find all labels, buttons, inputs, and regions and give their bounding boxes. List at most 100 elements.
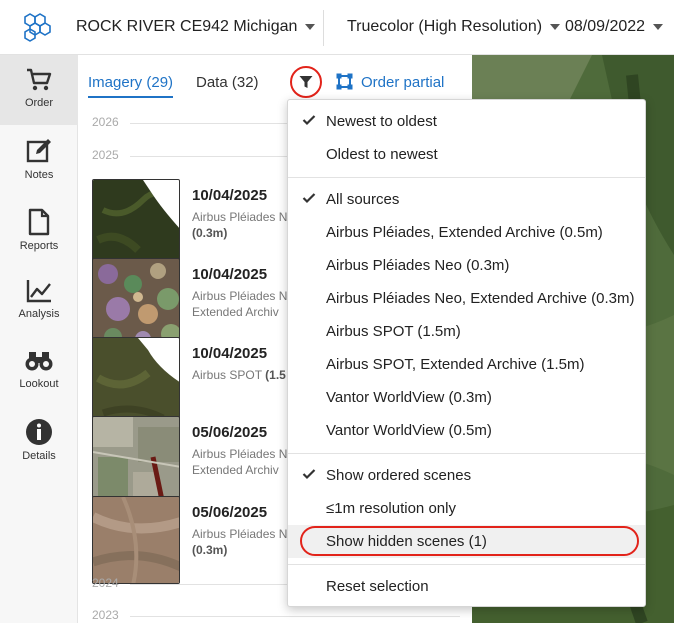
order-partial-button[interactable]: Order partial [336, 73, 444, 91]
logo-icon[interactable] [21, 12, 55, 42]
menu-item-source[interactable]: Airbus Pléiades Neo (0.3m) [288, 249, 645, 282]
nav-item-analysis[interactable]: Analysis [0, 266, 78, 336]
left-nav: Order Notes Reports Analysis Lookout Det… [0, 55, 78, 623]
year-label: 2024 [92, 576, 119, 590]
filter-icon [299, 76, 313, 88]
menu-item-label: ≤1m resolution only [326, 500, 456, 517]
scene-resolution: (1.5 [265, 368, 286, 382]
nav-item-details[interactable]: Details [0, 406, 78, 476]
check-icon [302, 115, 316, 126]
menu-item-label: Airbus Pléiades Neo (0.3m) [326, 257, 510, 274]
menu-item-label: Airbus Pléiades Neo, Extended Archive (0… [326, 290, 635, 307]
menu-item-reset-selection[interactable]: Reset selection [288, 570, 645, 603]
nav-label: Lookout [19, 378, 59, 390]
nav-label: Notes [24, 169, 54, 181]
scene-resolution: (0.3m) [192, 226, 228, 240]
scene-date: 05/06/2025 [192, 424, 268, 441]
panel-tabs: Imagery (29) Data (32) Order partial [78, 55, 472, 101]
menu-item-source[interactable]: Airbus Pléiades Neo, Extended Archive (0… [288, 282, 645, 315]
menu-item-label: Airbus SPOT, Extended Archive (1.5m) [326, 356, 585, 373]
menu-divider [288, 564, 645, 565]
divider [323, 10, 324, 46]
menu-divider [288, 177, 645, 178]
menu-item-label: Show ordered scenes [326, 467, 472, 484]
line-chart-icon [26, 280, 51, 303]
nav-item-lookout[interactable]: Lookout [0, 336, 78, 406]
scene-source: Airbus Pléiades N Extended Archiv [192, 446, 287, 478]
order-partial-label: Order partial [361, 74, 445, 91]
year-label: 2023 [92, 608, 119, 622]
crop-select-icon [336, 73, 353, 90]
scene-source: Airbus SPOT (1.5 [192, 367, 286, 383]
scene-source-name: Airbus Pléiades N [192, 447, 288, 461]
menu-item-source[interactable]: Vantor WorldView (0.5m) [288, 414, 645, 447]
scene-thumbnail [92, 179, 180, 267]
scene-date: 10/04/2025 [192, 345, 268, 362]
year-label: 2026 [92, 115, 119, 129]
date-label: 08/09/2022 [565, 18, 646, 35]
menu-item-oldest-to-newest[interactable]: Oldest to newest [288, 138, 645, 171]
scene-date: 10/04/2025 [192, 266, 268, 283]
menu-item-show-hidden-scenes[interactable]: Show hidden scenes (1) [288, 525, 645, 558]
date-select[interactable]: 08/09/2022 [565, 18, 664, 36]
check-icon [302, 193, 316, 204]
scene-thumbnail [92, 337, 180, 425]
menu-item-label: Newest to oldest [326, 113, 437, 130]
nav-label: Analysis [18, 308, 60, 320]
location-label: ROCK RIVER CE942 Michigan [76, 18, 298, 35]
nav-item-notes[interactable]: Notes [0, 125, 78, 195]
scene-thumbnail [92, 496, 180, 584]
year-divider [130, 616, 460, 617]
nav-item-reports[interactable]: Reports [0, 196, 78, 266]
nav-label: Reports [19, 240, 59, 252]
top-bar: ROCK RIVER CE942 Michigan Truecolor (Hig… [0, 0, 674, 55]
scene-resolution: (0.3m) [192, 543, 228, 557]
nav-label: Details [22, 450, 56, 462]
tab-imagery[interactable]: Imagery (29) [88, 74, 174, 98]
menu-divider [288, 453, 645, 454]
menu-item-resolution-filter[interactable]: ≤1m resolution only [288, 492, 645, 525]
menu-item-all-sources[interactable]: All sources [288, 183, 645, 216]
menu-item-label: Airbus Pléiades, Extended Archive (0.5m) [326, 224, 603, 241]
menu-item-label: Oldest to newest [326, 146, 438, 163]
location-select[interactable]: ROCK RIVER CE942 Michigan [76, 18, 316, 36]
check-icon [302, 469, 316, 480]
edit-icon [26, 139, 51, 163]
layer-label: Truecolor (High Resolution) [347, 18, 543, 35]
document-icon [28, 208, 50, 236]
filter-menu: Newest to oldest Oldest to newest All so… [287, 99, 646, 607]
filter-button[interactable] [290, 66, 322, 98]
scene-source: Airbus Pléiades N Extended Archiv [192, 288, 287, 320]
chevron-down-icon [305, 23, 316, 30]
info-icon [26, 419, 52, 445]
nav-item-order[interactable]: Order [0, 55, 78, 125]
menu-item-show-ordered-scenes[interactable]: Show ordered scenes [288, 459, 645, 492]
cart-icon [27, 68, 52, 91]
menu-item-newest-to-oldest[interactable]: Newest to oldest [288, 105, 645, 138]
binoculars-icon [25, 352, 53, 371]
menu-item-source[interactable]: Airbus SPOT (1.5m) [288, 315, 645, 348]
menu-item-label: Show hidden scenes (1) [326, 533, 487, 550]
menu-item-source[interactable]: Airbus Pléiades, Extended Archive (0.5m) [288, 216, 645, 249]
tab-data[interactable]: Data (32) [196, 74, 259, 91]
menu-item-source[interactable]: Airbus SPOT, Extended Archive (1.5m) [288, 348, 645, 381]
scene-source-name: Airbus Pléiades N [192, 289, 288, 303]
menu-item-source[interactable]: Vantor WorldView (0.3m) [288, 381, 645, 414]
scene-source-name: Airbus Pléiades N [192, 527, 288, 541]
year-label: 2025 [92, 148, 119, 162]
chevron-down-icon [653, 23, 664, 30]
scene-source: Airbus Pléiades N (0.3m) [192, 209, 287, 241]
scene-source-extra: Extended Archiv [192, 463, 279, 477]
scene-source: Airbus Pléiades N (0.3m) [192, 526, 287, 558]
scene-source-extra: Extended Archiv [192, 305, 279, 319]
scene-date: 05/06/2025 [192, 504, 268, 521]
layer-select[interactable]: Truecolor (High Resolution) [347, 18, 561, 36]
menu-item-label: All sources [326, 191, 400, 208]
nav-label: Order [24, 97, 54, 109]
menu-item-label: Airbus SPOT (1.5m) [326, 323, 461, 340]
menu-item-label: Vantor WorldView (0.5m) [326, 422, 492, 439]
chevron-down-icon [550, 23, 561, 30]
scene-source-name: Airbus SPOT [192, 368, 262, 382]
scene-date: 10/04/2025 [192, 187, 268, 204]
menu-item-label: Vantor WorldView (0.3m) [326, 389, 492, 406]
